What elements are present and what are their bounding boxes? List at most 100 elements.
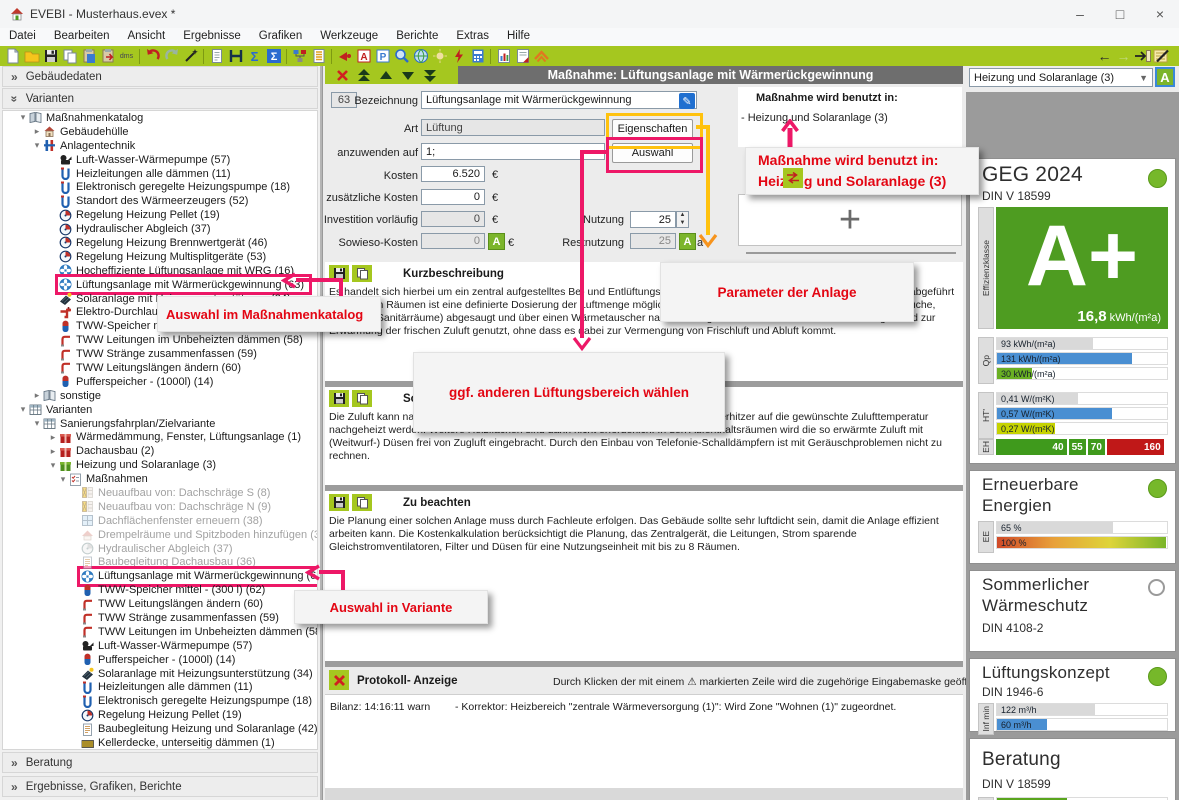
menu-berichte[interactable]: Berichte (387, 28, 447, 44)
list-icon[interactable] (309, 47, 328, 65)
tree-item[interactable]: ▾Varianten (3, 403, 317, 417)
menu-werkzeuge[interactable]: Werkzeuge (311, 28, 387, 44)
calculator-icon[interactable] (468, 47, 487, 65)
paste-special-icon[interactable] (98, 47, 117, 65)
tree-item[interactable]: TWW Leitungen im Unbeheizten dämmen (58) (3, 333, 317, 347)
tree-item[interactable]: Standort des Wärmeerzeugers (52) (3, 194, 317, 208)
flowchart-icon[interactable] (290, 47, 309, 65)
kosten-input[interactable]: 6.520 (421, 166, 485, 182)
tree-item[interactable]: Pufferspeicher - (1000l) (14) (3, 653, 317, 667)
bezeichnung-input[interactable]: Lüftungsanlage mit Wärmerückgewinnung (421, 91, 697, 109)
protokoll-close-icon[interactable] (329, 670, 349, 690)
protokoll-entry-text[interactable]: - Korrektor: Heizbereich "zentrale Wärme… (455, 701, 896, 713)
energy-icon[interactable] (449, 47, 468, 65)
auto-update-button[interactable]: A (1155, 67, 1175, 87)
last-arrow-icon[interactable] (419, 66, 441, 84)
menu-grafiken[interactable]: Grafiken (250, 28, 311, 44)
tree-item[interactable]: Regelung Heizung Multisplitgeräte (53) (3, 250, 317, 264)
tree-item[interactable]: ▾Anlagentechnik (3, 139, 317, 153)
tree-item[interactable]: TWW Leitungen im Unbeheizten dämmen (58) (3, 625, 317, 639)
report-chart-icon[interactable] (494, 47, 513, 65)
redo-icon[interactable] (162, 47, 181, 65)
report-export-icon[interactable] (513, 47, 532, 65)
chevron-right-icon[interactable]: ▸ (47, 446, 59, 457)
globe-icon[interactable] (411, 47, 430, 65)
menu-ansicht[interactable]: Ansicht (118, 28, 174, 44)
zusaetzliche-kosten-input[interactable]: 0 (421, 189, 485, 205)
tree-item[interactable]: TWW Stränge zusammenfassen (59) (3, 347, 317, 361)
down-arrow-icon[interactable] (397, 66, 419, 84)
tree-item[interactable]: Lüftungsanlage mit Wärmerückgewinnung (6… (3, 278, 317, 292)
chevron-down-icon[interactable]: ▾ (31, 140, 43, 151)
maximize-button[interactable]: □ (1109, 4, 1131, 24)
up-arrow-icon[interactable] (375, 66, 397, 84)
chevron-right-icon[interactable]: ▸ (31, 390, 43, 401)
chevron-down-icon[interactable]: ▾ (47, 460, 59, 471)
zoom-icon[interactable] (392, 47, 411, 65)
tree-item[interactable]: Baubegleitung Heizung und Solaranlage (4… (3, 722, 317, 736)
chevron-right-icon[interactable]: ▸ (47, 432, 59, 443)
tree-item[interactable]: Neuaufbau von: Dachschräge N (9) (3, 500, 317, 514)
copy-icon[interactable] (60, 47, 79, 65)
tree-item[interactable]: Luft-Wasser-Wärmepumpe (57) (3, 153, 317, 167)
tree-item[interactable]: Neuaufbau von: Dachschräge S (8) (3, 486, 317, 500)
dms-icon[interactable]: dms (117, 47, 136, 65)
menu-extras[interactable]: Extras (447, 28, 498, 44)
menu-bearbeiten[interactable]: Bearbeiten (45, 28, 119, 44)
sidebar-header-beratung[interactable]: » Beratung (2, 752, 318, 773)
chevron-down-icon[interactable]: ▾ (31, 418, 43, 429)
anzuwenden-input[interactable]: 1; (421, 143, 605, 160)
notes-chart-icon[interactable] (1152, 47, 1171, 65)
sum-report-icon[interactable]: Σ (264, 47, 283, 65)
open-file-icon[interactable] (22, 47, 41, 65)
tree-item[interactable]: TWW-Speicher mittel - (300 l) (62) (3, 583, 317, 597)
wizard-icon[interactable] (181, 47, 200, 65)
sidebar-header-varianten[interactable]: » Varianten (2, 88, 318, 109)
menu-hilfe[interactable]: Hilfe (498, 28, 539, 44)
tree-item[interactable]: Luft-Wasser-Wärmepumpe (57) (3, 639, 317, 653)
auto-value-toggle[interactable]: A (679, 233, 696, 250)
megaphone-icon[interactable] (335, 47, 354, 65)
undo-icon[interactable] (143, 47, 162, 65)
minimize-button[interactable]: – (1069, 4, 1091, 24)
tree-item[interactable]: ▸Wärmedämmung, Fenster, Lüftungsanlage (… (3, 430, 317, 444)
sun-icon[interactable] (430, 47, 449, 65)
first-arrow-icon[interactable] (353, 66, 375, 84)
tree-item[interactable]: ▸Dachausbau (2) (3, 444, 317, 458)
back-icon[interactable]: ← (1095, 47, 1114, 65)
chevron-down-icon[interactable]: ▾ (17, 112, 29, 123)
tree-item[interactable]: Regelung Heizung Pellet (19) (3, 208, 317, 222)
copy-icon[interactable] (352, 494, 372, 511)
copy-icon[interactable] (352, 265, 372, 282)
tree-item[interactable]: TWW Leitungslängen ändern (60) (3, 361, 317, 375)
tree-item[interactable]: Regelung Heizung Pellet (19) (3, 708, 317, 722)
tree-item[interactable]: Kellerdecke, unterseitig dämmen (1) (3, 736, 317, 750)
tree-item[interactable]: Pufferspeicher - (1000l) (14) (3, 375, 317, 389)
tree-item[interactable]: Lüftungsanlage mit Wärmerückgewinnung (6… (3, 569, 317, 583)
tree-item[interactable]: TWW Leitungslängen ändern (60) (3, 597, 317, 611)
used-in-entry[interactable]: - Heizung und Solaranlage (3) (738, 104, 962, 124)
save-icon[interactable] (41, 47, 60, 65)
tree-item[interactable]: ▸sonstige (3, 389, 317, 403)
tree-item[interactable]: ▸Gebäudehülle (3, 125, 317, 139)
tree-item[interactable]: Regelung Heizung Brennwertgerät (46) (3, 236, 317, 250)
close-button[interactable]: × (1149, 4, 1171, 24)
variant-dropdown[interactable]: Heizung und Solaranlage (3) ▼ (969, 68, 1153, 87)
tree-item[interactable]: Baubegleitung Dachausbau (36) (3, 556, 317, 570)
tree-item[interactable]: Elektronisch geregelte Heizungspumpe (18… (3, 180, 317, 194)
paste-icon[interactable] (79, 47, 98, 65)
nutzung-input[interactable]: 25 (630, 211, 676, 228)
tree-item[interactable]: TWW Stränge zusammenfassen (59) (3, 611, 317, 625)
tree-item[interactable]: Heizleitungen alle dämmen (11) (3, 167, 317, 181)
tree-item[interactable]: ▾Maßnahmen (3, 472, 317, 486)
copy-icon[interactable] (352, 390, 372, 407)
sidebar-header-ergebnisse[interactable]: » Ergebnisse, Grafiken, Berichte (2, 776, 318, 797)
tree-item[interactable]: Dachflächenfenster erneuern (38) (3, 514, 317, 528)
close-measure-icon[interactable] (331, 66, 353, 84)
tree-item[interactable]: Hocheffiziente Lüftungsanlage mit WRG (1… (3, 264, 317, 278)
save-icon[interactable] (329, 390, 349, 407)
merge-icon[interactable] (226, 47, 245, 65)
tree-item[interactable]: Hydraulischer Abgleich (37) (3, 222, 317, 236)
save-icon[interactable] (329, 494, 349, 511)
menu-datei[interactable]: Datei (0, 28, 45, 44)
